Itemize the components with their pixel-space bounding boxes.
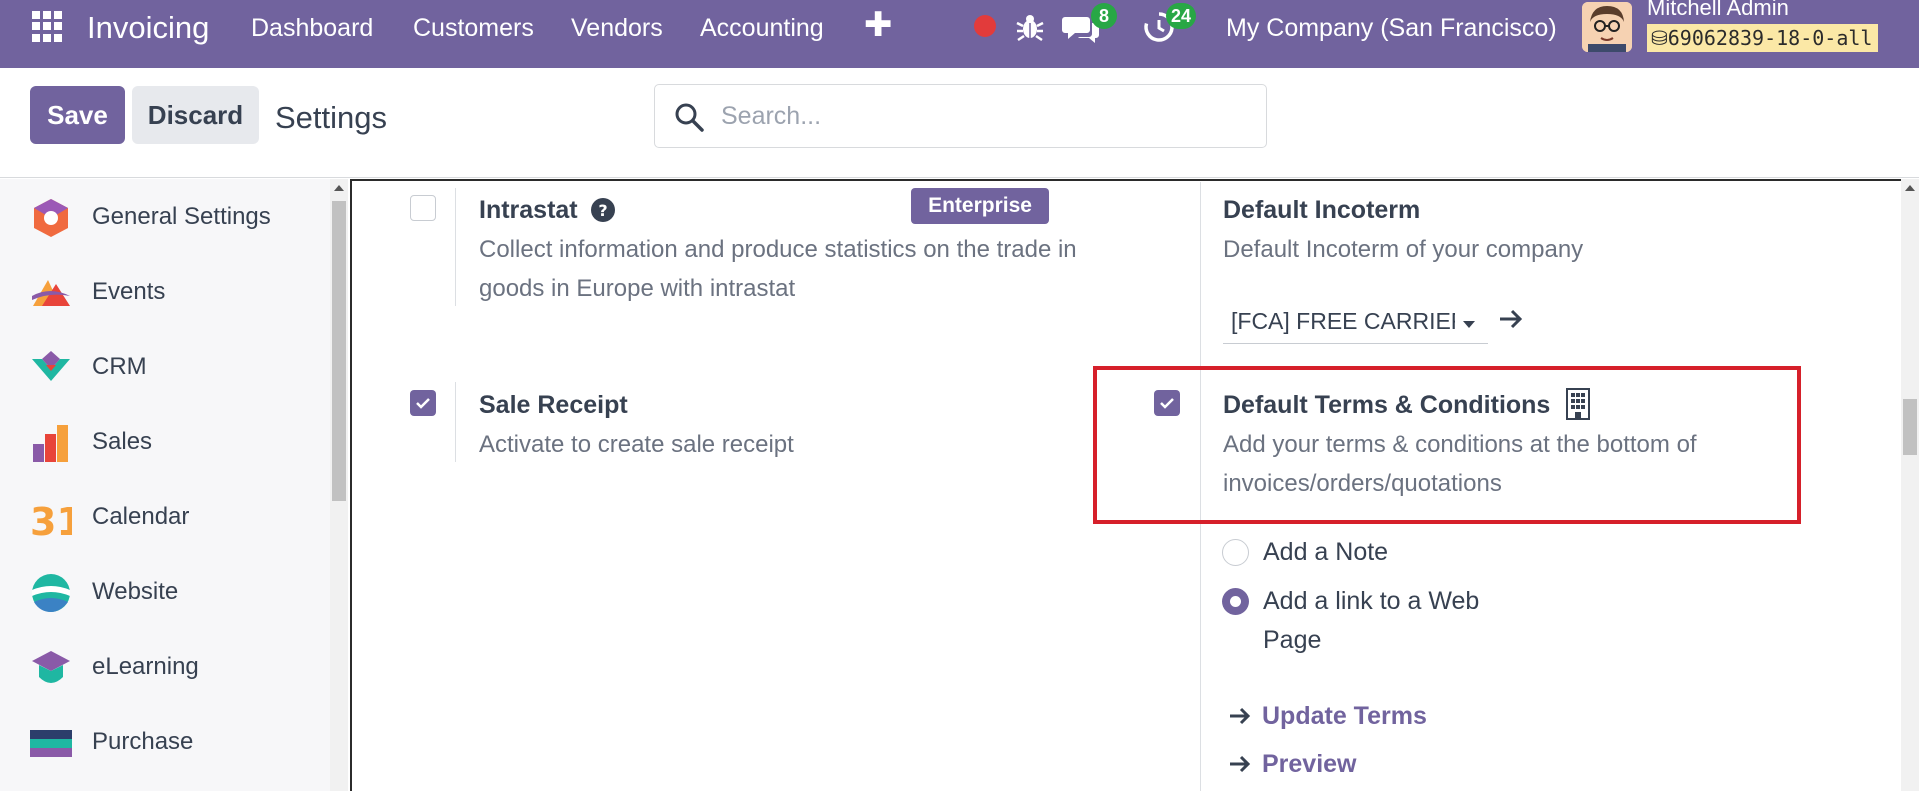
- main-scrollbar[interactable]: [1901, 179, 1919, 791]
- checkmark-icon: [1160, 398, 1174, 409]
- sidebar-item-label: Purchase: [92, 728, 194, 755]
- intrastat-description: Collect information and produce statisti…: [479, 236, 1077, 302]
- radio-add-note-label[interactable]: Add a Note: [1263, 533, 1388, 572]
- crm-icon: [32, 351, 70, 381]
- main-scroll-thumb[interactable]: [1903, 399, 1917, 455]
- sidebar-item-general-settings[interactable]: General Settings: [0, 179, 330, 254]
- menu-customers[interactable]: Customers: [413, 14, 534, 43]
- website-icon: [32, 574, 70, 612]
- elearning-icon: [32, 651, 70, 683]
- discard-button[interactable]: Discard: [132, 86, 259, 144]
- sale-receipt-checkbox[interactable]: [410, 390, 436, 416]
- sidebar-item-website[interactable]: Website: [0, 554, 330, 629]
- chat-count-badge: 8: [1091, 3, 1117, 29]
- sale-receipt-title: Sale Receipt: [479, 391, 628, 419]
- chevron-down-icon: [1463, 321, 1475, 328]
- debug-bug-icon[interactable]: [1016, 10, 1044, 42]
- preview-button[interactable]: Preview: [1228, 750, 1357, 779]
- user-name[interactable]: Mitchell Admin: [1647, 0, 1789, 21]
- top-navbar: Invoicing Dashboard Customers Vendors Ac…: [0, 0, 1919, 68]
- external-link-arrow-icon[interactable]: [1498, 306, 1524, 332]
- intrastat-checkbox[interactable]: [410, 195, 436, 221]
- sidebar-item-calendar[interactable]: 31 Calendar: [0, 479, 330, 554]
- sidebar-item-label: eLearning: [92, 653, 199, 680]
- enterprise-badge: Enterprise: [911, 188, 1049, 224]
- user-avatar[interactable]: [1582, 2, 1632, 52]
- general-settings-icon: [34, 199, 68, 237]
- sidebar-item-events[interactable]: Events: [0, 254, 330, 329]
- company-switcher[interactable]: My Company (San Francisco): [1226, 14, 1557, 43]
- menu-accounting[interactable]: Accounting: [700, 14, 824, 43]
- sidebar-scrollbar[interactable]: [330, 179, 348, 791]
- database-icon: ⛁: [1651, 26, 1668, 50]
- preview-label: Preview: [1262, 750, 1357, 778]
- sidebar-item-label: CRM: [92, 353, 147, 380]
- radio-add-link-label[interactable]: Add a link to a Web Page: [1263, 582, 1503, 660]
- database-badge: ⛁69062839-18-0-all: [1647, 24, 1879, 52]
- search-icon: [675, 103, 704, 132]
- calendar-icon: 31: [30, 500, 72, 539]
- app-brand[interactable]: Invoicing: [87, 10, 209, 46]
- update-terms-button[interactable]: Update Terms: [1228, 702, 1427, 731]
- settings-sidebar: General Settings Events CRM Sales 31 Cal…: [0, 179, 330, 791]
- sidebar-item-label: Calendar: [92, 503, 190, 530]
- sidebar-item-purchase[interactable]: Purchase: [0, 704, 330, 779]
- sidebar-item-label: Events: [92, 278, 166, 305]
- incoterm-value: [FCA] FREE CARRIER: [1231, 308, 1455, 334]
- sidebar-item-label: Website: [92, 578, 179, 605]
- sale-receipt-description: Activate to create sale receipt: [479, 431, 794, 458]
- arrow-right-icon: [1230, 755, 1251, 773]
- activity-count-badge: 24: [1166, 3, 1197, 29]
- events-icon: [32, 280, 70, 306]
- incoterm-select[interactable]: [FCA] FREE CARRIER: [1223, 304, 1488, 344]
- incoterm-title: Default Incoterm: [1223, 196, 1421, 224]
- purchase-icon: [30, 730, 72, 757]
- sidebar-scroll-thumb[interactable]: [332, 201, 346, 501]
- page-title: Settings: [275, 100, 388, 135]
- calendar-icon-text: 31: [30, 500, 72, 539]
- default-terms-title: Default Terms & Conditions: [1223, 391, 1551, 419]
- default-terms-checkbox[interactable]: [1154, 390, 1180, 416]
- app-grid-icon[interactable]: [32, 10, 64, 42]
- database-name: 69062839-18-0-all: [1667, 26, 1873, 50]
- intrastat-title: Intrastat: [479, 196, 578, 224]
- sidebar-item-elearning[interactable]: eLearning: [0, 629, 330, 704]
- sidebar-item-label: General Settings: [92, 203, 271, 230]
- radio-add-note[interactable]: [1222, 539, 1249, 566]
- save-button[interactable]: Save: [30, 86, 125, 144]
- arrow-right-icon: [1230, 707, 1251, 725]
- company-building-icon: [1566, 388, 1590, 420]
- sidebar-item-label: Sales: [92, 428, 153, 455]
- control-panel: Save Discard Settings: [0, 68, 1919, 178]
- search-box[interactable]: [654, 84, 1267, 148]
- menu-dashboard[interactable]: Dashboard: [251, 14, 373, 43]
- checkmark-icon: [416, 398, 430, 409]
- default-terms-description: Add your terms & conditions at the botto…: [1223, 431, 1697, 497]
- help-question-icon[interactable]: ?: [591, 198, 615, 222]
- quick-create-plus-icon[interactable]: ✚: [864, 8, 893, 42]
- sidebar-item-sales[interactable]: Sales: [0, 404, 330, 479]
- svg-text:?: ?: [598, 201, 607, 220]
- radio-add-link[interactable]: [1222, 588, 1249, 615]
- update-terms-label: Update Terms: [1262, 702, 1427, 730]
- sidebar-item-crm[interactable]: CRM: [0, 329, 330, 404]
- sales-icon: [33, 425, 68, 462]
- record-indicator-icon[interactable]: [974, 15, 996, 37]
- menu-vendors[interactable]: Vendors: [571, 14, 663, 43]
- incoterm-description: Default Incoterm of your company: [1223, 236, 1584, 263]
- search-input[interactable]: [721, 95, 1241, 137]
